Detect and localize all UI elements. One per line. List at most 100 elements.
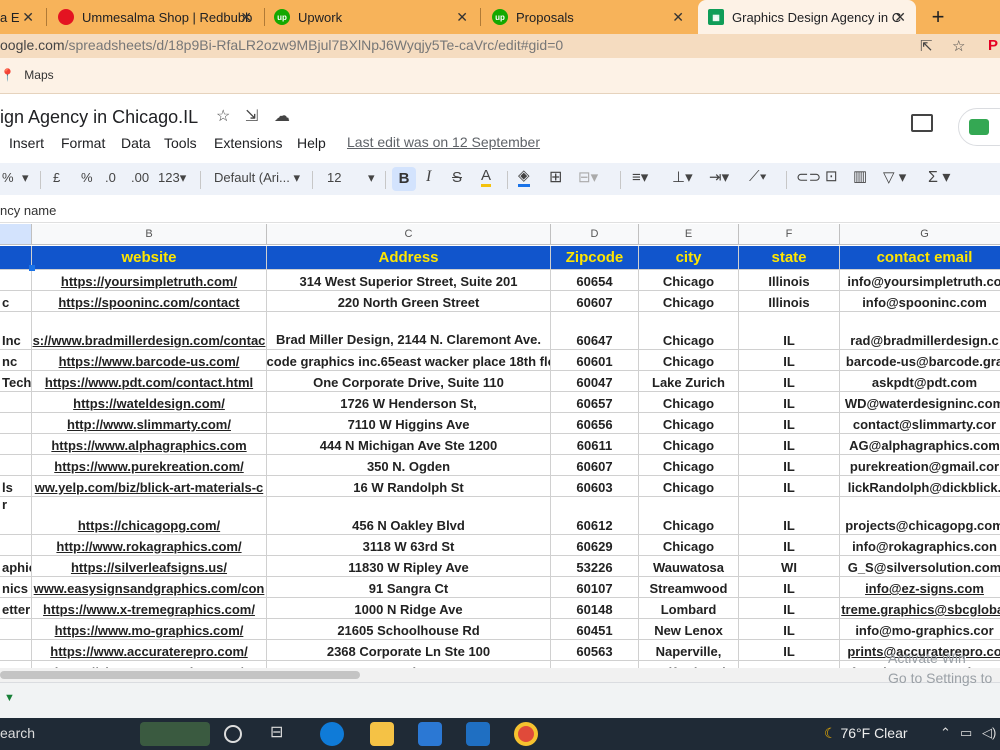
table-cell-col-b[interactable]: http://www.slimmarty.com/ <box>32 413 267 434</box>
table-cell-col-d[interactable]: 60607 <box>551 291 639 312</box>
table-cell-col-a-partial[interactable]: Tech <box>0 371 32 392</box>
increase-decimal-button[interactable]: .00 <box>131 170 149 185</box>
close-icon[interactable]: ✕ <box>894 9 906 26</box>
table-cell-col-f[interactable]: IL <box>739 392 840 413</box>
chart-icon[interactable]: ▥ <box>853 167 867 185</box>
close-icon[interactable]: ✕ <box>240 9 252 26</box>
table-cell-col-d[interactable]: 60603 <box>551 476 639 497</box>
table-cell-col-c[interactable]: 11830 W Ripley Ave <box>267 556 551 577</box>
column-header-e[interactable]: E <box>639 224 739 245</box>
table-cell-col-b[interactable]: s://www.bradmillerdesign.com/contac <box>32 312 267 350</box>
table-cell-col-e[interactable]: Chicago <box>639 476 739 497</box>
table-cell-col-g[interactable]: info@spooninc.com <box>840 291 1000 312</box>
column-header-c[interactable]: C <box>267 224 551 245</box>
bookmark-maps[interactable]: 📍 Maps <box>0 68 54 82</box>
table-cell-col-b[interactable]: http://www.rokagraphics.com/ <box>32 535 267 556</box>
share-icon[interactable]: ⇱ <box>920 37 933 55</box>
last-edit-link[interactable]: Last edit was on 12 September <box>347 134 540 150</box>
table-cell-col-f[interactable]: IL <box>739 476 840 497</box>
menu-help[interactable]: Help <box>297 135 326 151</box>
star-icon[interactable]: ☆ <box>952 37 965 55</box>
table-cell-col-g[interactable]: rad@bradmillerdesign.c <box>840 312 1000 350</box>
cloud-status-icon[interactable]: ☁ <box>274 106 290 126</box>
table-cell-col-e[interactable]: Chicago <box>639 413 739 434</box>
menu-extensions[interactable]: Extensions <box>214 135 282 151</box>
table-cell-col-e[interactable]: Lombard <box>639 598 739 619</box>
table-cell-col-d[interactable]: 60607 <box>551 455 639 476</box>
table-cell-col-g[interactable]: contact@slimmarty.cor <box>840 413 1000 434</box>
table-cell-col-a-partial[interactable]: etteri <box>0 598 32 619</box>
table-cell-col-a-partial[interactable] <box>0 455 32 476</box>
table-cell-col-g[interactable]: lickRandolph@dickblick. <box>840 476 1000 497</box>
text-color-button[interactable]: A <box>481 167 492 187</box>
table-cell-col-g[interactable]: projects@chicagopg.com <box>840 497 1000 535</box>
network-icon[interactable]: ▭ <box>960 725 972 741</box>
table-cell-col-c[interactable]: Brad Miller Design, 2144 N. Claremont Av… <box>267 312 551 350</box>
table-cell-col-e[interactable]: Chicago <box>639 270 739 291</box>
table-cell-col-a-partial[interactable] <box>0 392 32 413</box>
header-cell-col-c[interactable]: Address <box>267 246 551 270</box>
table-cell-col-d[interactable]: 60647 <box>551 312 639 350</box>
percent-button[interactable]: % <box>81 170 93 185</box>
tab-5-active[interactable]: ▦ Graphics Design Agency in C ✕ <box>698 0 916 34</box>
task-view-icon[interactable]: ⊟ <box>270 722 294 746</box>
url-text[interactable]: oogle.com/spreadsheets/d/18p9Bi-RfaLR2oz… <box>0 37 563 53</box>
move-folder-icon[interactable]: ⇲ <box>245 106 258 126</box>
table-cell-col-c[interactable]: 7110 W Higgins Ave <box>267 413 551 434</box>
table-cell-col-d[interactable]: 60563 <box>551 640 639 661</box>
header-cell-col-g[interactable]: contact email <box>840 246 1000 270</box>
table-cell-col-b[interactable]: https://www.mo-graphics.com/ <box>32 619 267 640</box>
table-cell-col-d[interactable]: 60638 <box>551 661 639 668</box>
table-cell-col-f[interactable]: IL <box>739 535 840 556</box>
table-cell-col-d[interactable]: 60656 <box>551 413 639 434</box>
table-cell-col-f[interactable]: IL <box>739 619 840 640</box>
column-header-g[interactable]: G <box>840 224 1000 245</box>
table-cell-col-f[interactable]: IL <box>739 661 840 668</box>
table-cell-col-f[interactable]: IL <box>739 434 840 455</box>
table-cell-col-f[interactable]: IL <box>739 497 840 535</box>
number-format-button[interactable]: 123▾ <box>158 170 186 186</box>
table-cell-col-a-partial[interactable] <box>0 619 32 640</box>
table-cell-col-f[interactable]: IL <box>739 413 840 434</box>
chevron-down-icon[interactable]: ▾ <box>22 170 29 186</box>
fill-color-icon[interactable]: ◈ <box>518 167 530 187</box>
italic-button[interactable]: I <box>426 168 431 186</box>
table-cell-col-e[interactable]: Chicago <box>639 291 739 312</box>
table-cell-col-a-partial[interactable]: nics <box>0 577 32 598</box>
table-cell-col-b[interactable]: https://spooninc.com/contact <box>32 291 267 312</box>
column-header-b[interactable]: B <box>32 224 267 245</box>
chevron-down-icon[interactable]: ▾ <box>368 170 375 186</box>
borders-icon[interactable]: ⊞ <box>549 167 562 187</box>
decrease-decimal-button[interactable]: .0 <box>105 170 116 185</box>
table-cell-col-a-partial[interactable] <box>0 661 32 668</box>
percent-zoom[interactable]: % <box>2 170 14 185</box>
table-cell-col-f[interactable]: IL <box>739 312 840 350</box>
table-cell-col-g[interactable]: AG@alphagraphics.com <box>840 434 1000 455</box>
table-cell-col-c[interactable]: 1000 N Ridge Ave <box>267 598 551 619</box>
table-cell-col-f[interactable]: IL <box>739 455 840 476</box>
table-cell-col-e[interactable]: Naperville, <box>639 640 739 661</box>
font-size-select[interactable]: 12 <box>327 170 341 185</box>
table-cell-col-b[interactable]: https://akromcorporation.com/ <box>32 661 267 668</box>
table-cell-col-a-partial[interactable] <box>0 535 32 556</box>
table-cell-col-b[interactable]: https://www.x-tremegraphics.com/ <box>32 598 267 619</box>
table-cell-col-a-partial[interactable]: ls <box>0 476 32 497</box>
comment-icon[interactable]: ⊡ <box>825 167 838 185</box>
header-cell-col-a-partial[interactable] <box>0 246 32 270</box>
table-cell-col-e[interactable]: Chicago <box>639 455 739 476</box>
table-cell-col-a-partial[interactable]: Inc <box>0 312 32 350</box>
table-cell-col-a-partial[interactable] <box>0 640 32 661</box>
table-cell-col-g[interactable]: info@ez-signs.com <box>840 577 1000 598</box>
table-cell-col-e[interactable]: Bedford Park <box>639 661 739 668</box>
table-cell-col-e[interactable]: Chicago <box>639 350 739 371</box>
table-cell-col-e[interactable]: Chicago <box>639 392 739 413</box>
table-cell-col-g[interactable]: WD@waterdesigninc.com <box>840 392 1000 413</box>
table-cell-col-c[interactable]: 91 Sangra Ct <box>267 577 551 598</box>
table-cell-col-c[interactable]: 16 W Randolph St <box>267 476 551 497</box>
table-cell-col-d[interactable]: 53226 <box>551 556 639 577</box>
header-cell-col-b[interactable]: website <box>32 246 267 270</box>
table-cell-col-a-partial[interactable] <box>0 270 32 291</box>
table-cell-col-f[interactable]: IL <box>739 350 840 371</box>
bold-button[interactable]: B <box>392 167 416 191</box>
tab-1[interactable]: a E ✕ <box>0 0 44 34</box>
